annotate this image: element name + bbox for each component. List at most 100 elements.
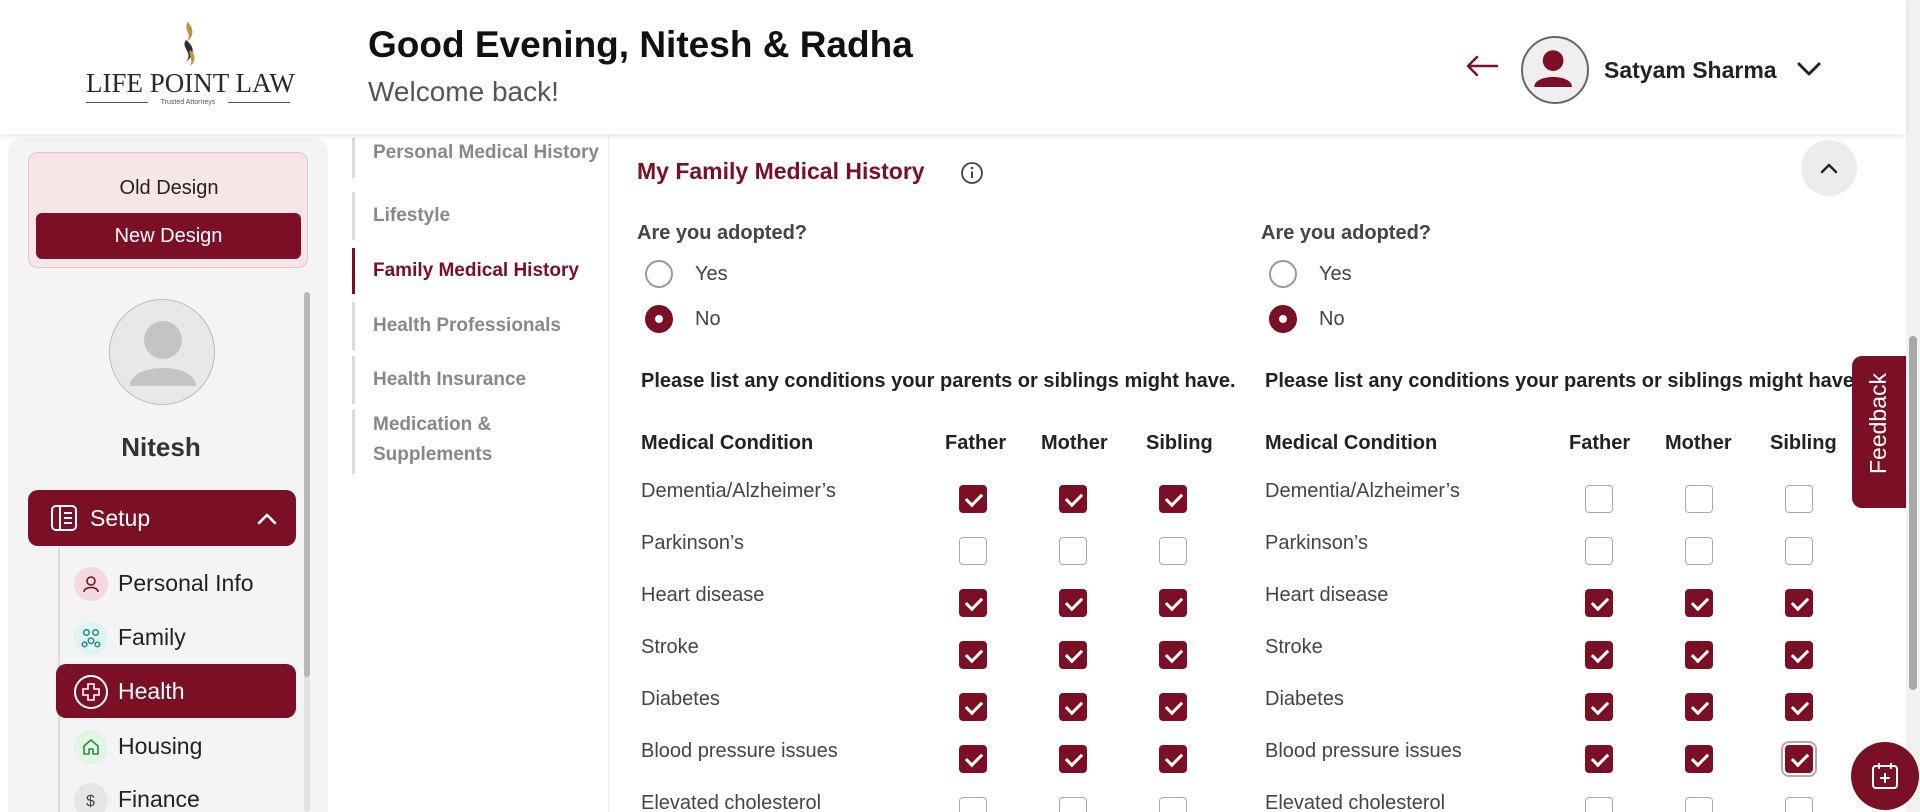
sibling-checkbox[interactable] (1159, 485, 1187, 513)
mother-checkbox[interactable] (1685, 693, 1713, 721)
father-checkbox[interactable] (959, 641, 987, 669)
sibling-checkbox[interactable] (1785, 797, 1813, 812)
chevron-down-icon[interactable] (1796, 60, 1822, 78)
sibling-checkbox[interactable] (1785, 745, 1813, 773)
condition-label: Diabetes (641, 688, 720, 710)
father-checkbox[interactable] (1585, 641, 1613, 669)
back-arrow-icon[interactable] (1465, 54, 1499, 78)
condition-label: Elevated cholesterol (641, 792, 822, 812)
section-nav-family-medical-history[interactable]: Family Medical History (352, 248, 608, 294)
sibling-checkbox[interactable] (1159, 797, 1187, 812)
mother-checkbox[interactable] (1059, 641, 1087, 669)
radio-button[interactable] (645, 305, 673, 333)
setup-icon (51, 505, 77, 531)
condition-label: Blood pressure issues (1265, 740, 1462, 762)
logo-divider (228, 102, 290, 103)
condition-label: Parkinson’s (641, 532, 745, 554)
father-checkbox[interactable] (959, 537, 987, 565)
father-checkbox[interactable] (1585, 797, 1613, 812)
sibling-checkbox[interactable] (1785, 693, 1813, 721)
sibling-checkbox[interactable] (1159, 641, 1187, 669)
section-nav-lifestyle[interactable]: Lifestyle (352, 192, 608, 240)
section-nav-health-insurance[interactable]: Health Insurance (352, 356, 608, 404)
mother-checkbox[interactable] (1059, 537, 1087, 565)
condition-label: Parkinson’s (1265, 532, 1369, 554)
page-scrollbar-thumb[interactable] (1909, 336, 1917, 690)
section-nav-personal-medical-history[interactable]: Personal Medical History (352, 138, 608, 178)
sibling-checkbox[interactable] (1159, 589, 1187, 617)
section-nav-medication-supplements[interactable]: Medication & Supplements (352, 410, 582, 474)
sibling-checkbox[interactable] (1159, 693, 1187, 721)
mother-checkbox[interactable] (1059, 693, 1087, 721)
mother-checkbox[interactable] (1059, 745, 1087, 773)
user-name[interactable]: Satyam Sharma (1604, 57, 1777, 84)
adopted-no-radio[interactable]: No (1269, 303, 1469, 335)
father-checkbox[interactable] (1585, 485, 1613, 513)
sidebar-item-personal-info[interactable]: Personal Info (56, 556, 296, 610)
mother-checkbox[interactable] (1059, 797, 1087, 812)
father-checkbox[interactable] (1585, 745, 1613, 773)
sibling-checkbox[interactable] (1785, 537, 1813, 565)
mother-checkbox[interactable] (1685, 797, 1713, 812)
sidebar-item-family[interactable]: Family (56, 610, 296, 664)
radio-label: No (695, 308, 721, 330)
old-design-button[interactable]: Old Design (29, 177, 309, 200)
radio-button[interactable] (645, 260, 673, 288)
sibling-checkbox[interactable] (1159, 537, 1187, 565)
sidebar-item-housing[interactable]: Housing (56, 719, 296, 773)
mother-checkbox[interactable] (1685, 485, 1713, 513)
schedule-fab-button[interactable] (1851, 742, 1919, 810)
sidebar-item-health[interactable]: Health (56, 664, 296, 718)
section-nav: Personal Medical History Lifestyle Famil… (352, 134, 608, 812)
design-switcher: Old Design New Design (28, 152, 308, 268)
mother-checkbox[interactable] (1685, 641, 1713, 669)
sidebar-item-finance[interactable]: $ Finance (56, 772, 296, 812)
profile-name: Nitesh (121, 432, 201, 462)
radio-label: Yes (695, 263, 728, 285)
header-medical-condition: Medical Condition (1265, 432, 1438, 454)
mother-checkbox[interactable] (1059, 589, 1087, 617)
father-checkbox[interactable] (959, 745, 987, 773)
section-nav-health-professionals[interactable]: Health Professionals (352, 302, 608, 350)
adopted-yes-radio[interactable]: Yes (645, 258, 845, 290)
father-checkbox[interactable] (959, 797, 987, 812)
sibling-checkbox[interactable] (1785, 589, 1813, 617)
sidebar-item-label: Personal Info (118, 570, 254, 596)
father-checkbox[interactable] (959, 485, 987, 513)
mother-checkbox[interactable] (1059, 485, 1087, 513)
sibling-checkbox[interactable] (1785, 641, 1813, 669)
setup-menu[interactable]: Setup (28, 490, 296, 546)
father-checkbox[interactable] (1585, 693, 1613, 721)
radio-button[interactable] (1269, 305, 1297, 333)
user-avatar[interactable] (1521, 36, 1589, 104)
feedback-tab[interactable]: Feedback (1852, 356, 1906, 508)
mother-checkbox[interactable] (1685, 589, 1713, 617)
condition-label: Blood pressure issues (641, 740, 838, 762)
person-placeholder-icon (130, 321, 196, 386)
home-icon (74, 730, 108, 764)
sibling-checkbox[interactable] (1159, 745, 1187, 773)
sibling-checkbox[interactable] (1785, 485, 1813, 513)
adopted-no-radio[interactable]: No (645, 303, 845, 335)
father-checkbox[interactable] (959, 589, 987, 617)
mother-checkbox[interactable] (1685, 745, 1713, 773)
logo[interactable]: LIFE POINT LAW Trusted Attorneys (86, 20, 295, 110)
header-mother: Mother (1041, 432, 1108, 454)
sidebar-item-label: Family (118, 624, 186, 650)
greeting-title: Good Evening, Nitesh & Radha (368, 24, 913, 65)
mother-checkbox[interactable] (1685, 537, 1713, 565)
sidebar-scrollbar-thumb[interactable] (304, 292, 310, 677)
adopted-yes-radio[interactable]: Yes (1269, 258, 1469, 290)
setup-label: Setup (90, 505, 151, 531)
radio-button[interactable] (1269, 260, 1297, 288)
father-checkbox[interactable] (1585, 537, 1613, 565)
greeting-subtitle: Welcome back! (368, 76, 559, 107)
father-checkbox[interactable] (1585, 589, 1613, 617)
new-design-button[interactable]: New Design (36, 213, 301, 259)
chevron-up-icon (257, 513, 277, 525)
father-checkbox[interactable] (959, 693, 987, 721)
sidebar-item-label: Housing (118, 733, 203, 759)
condition-label: Dementia/Alzheimer’s (641, 480, 836, 502)
user-avatar-icon (1534, 50, 1572, 87)
applicant-column-left: Are you adopted? Yes No Please list any … (637, 134, 1237, 812)
